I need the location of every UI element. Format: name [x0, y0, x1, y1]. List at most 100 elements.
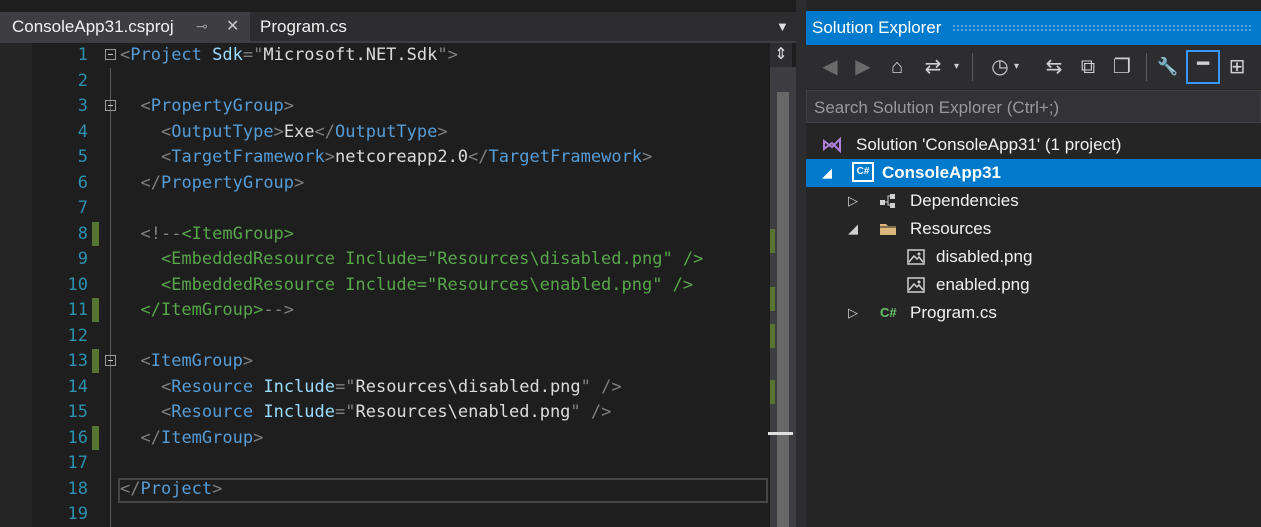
- solution-explorer-search: [806, 90, 1261, 124]
- code-line[interactable]: 13 <ItemGroup>: [32, 349, 770, 374]
- code-text: <ItemGroup>: [120, 349, 253, 374]
- preview-selected-items-icon[interactable]: ━: [1186, 50, 1220, 84]
- vertical-scrollbar[interactable]: [768, 67, 796, 527]
- collapsed-arrow-icon[interactable]: ▷: [848, 187, 862, 215]
- code-line[interactable]: 15 <Resource Include="Resources\enabled.…: [32, 400, 770, 425]
- collapse-region-icon[interactable]: [105, 100, 116, 111]
- tree-item-resources-folder[interactable]: ◢ Resources: [806, 215, 1261, 243]
- properties-wrench-icon[interactable]: 🔧: [1154, 53, 1182, 81]
- code-text: </Project>: [120, 477, 222, 502]
- code-token: <: [120, 45, 131, 65]
- code-line[interactable]: 3 <PropertyGroup>: [32, 94, 770, 119]
- search-input[interactable]: [807, 91, 1261, 124]
- solution-explorer-pane: Solution Explorer ◀ ▶ ⌂ ⇄ ▾ ◷ ▾ ⇆ ⧉ ❐ 🔧 …: [806, 0, 1261, 527]
- line-number: 10: [67, 274, 88, 295]
- tree-item-project[interactable]: ◢ C# ConsoleApp31: [806, 159, 1261, 187]
- code-line[interactable]: 11 </ItemGroup>-->: [32, 298, 770, 323]
- collapse-region-icon[interactable]: [105, 355, 116, 366]
- sync-with-active-document-icon[interactable]: ⇆: [1040, 53, 1068, 81]
- code-line[interactable]: 18 </Project>: [32, 477, 770, 502]
- pending-changes-filter-icon[interactable]: ◷: [986, 53, 1014, 81]
- pane-divider[interactable]: [796, 0, 806, 527]
- code-token: =": [335, 376, 356, 397]
- code-line[interactable]: 17: [32, 451, 770, 476]
- change-mark: [770, 229, 775, 253]
- code-token: -->: [263, 300, 295, 320]
- code-line[interactable]: 1 <Project Sdk="Microsoft.NET.Sdk">: [32, 43, 770, 68]
- code-token: <ItemGroup>: [181, 223, 295, 244]
- code-line[interactable]: 19: [32, 502, 770, 527]
- code-token: ItemGroup: [150, 351, 243, 371]
- code-token: <: [160, 402, 172, 422]
- code-token: Sdk: [212, 45, 243, 65]
- code-text: <Resource Include="Resources\disabled.pn…: [120, 375, 622, 400]
- drag-grip[interactable]: [952, 24, 1252, 32]
- tree-item-disabled-png[interactable]: disabled.png: [806, 243, 1261, 271]
- code-line[interactable]: 5 <TargetFramework>netcoreapp2.0</Target…: [32, 145, 770, 170]
- code-token: TargetFramework: [171, 147, 325, 167]
- change-mark: [770, 287, 775, 311]
- line-number: 9: [77, 249, 88, 269]
- code-line[interactable]: 10 <EmbeddedResource Include="Resources\…: [32, 273, 770, 298]
- code-text: </PropertyGroup>: [120, 171, 304, 196]
- code-line[interactable]: 8 <!--<ItemGroup>: [32, 221, 770, 247]
- code-token: ": [570, 402, 581, 422]
- indicator-margin[interactable]: [0, 43, 32, 527]
- tab-program-cs[interactable]: Program.cs: [250, 12, 370, 41]
- close-icon[interactable]: ✕: [226, 12, 239, 41]
- code-token: >: [324, 147, 335, 167]
- back-icon[interactable]: ◀: [816, 53, 844, 81]
- collapsed-arrow-icon[interactable]: ▷: [848, 299, 862, 327]
- code-line[interactable]: 14 <Resource Include="Resources\disabled…: [32, 375, 770, 400]
- expanded-arrow-icon[interactable]: ◢: [848, 215, 862, 243]
- pin-icon[interactable]: ⊸: [196, 12, 208, 41]
- solution-explorer-toolbar: ◀ ▶ ⌂ ⇄ ▾ ◷ ▾ ⇆ ⧉ ❐ 🔧 ━ ⊞: [806, 45, 1261, 89]
- switch-views-icon[interactable]: ⇄: [919, 53, 947, 81]
- tab-list-dropdown-icon[interactable]: ▼: [776, 12, 789, 41]
- split-window-icon[interactable]: ⇕: [770, 43, 792, 67]
- code-token: </ItemGroup>: [140, 300, 264, 320]
- show-all-files-icon[interactable]: ❐: [1108, 53, 1136, 81]
- code-token: TargetFramework: [488, 147, 643, 167]
- tree-item-label: enabled.png: [936, 275, 1030, 294]
- code-token: Exe: [283, 121, 315, 142]
- forward-icon[interactable]: ▶: [849, 53, 877, 81]
- tree-item-label: disabled.png: [936, 247, 1033, 266]
- code-line[interactable]: 9 <EmbeddedResource Include="Resources\d…: [32, 247, 770, 272]
- chevron-down-icon[interactable]: ▾: [954, 53, 964, 81]
- code-line[interactable]: 6 </PropertyGroup>: [32, 171, 770, 196]
- folder-icon: [880, 224, 896, 235]
- class-view-icon[interactable]: ⊞: [1223, 53, 1251, 81]
- code-line[interactable]: 7: [32, 196, 770, 221]
- code-token: <: [160, 376, 172, 397]
- code-token: netcoreapp2.0: [334, 147, 469, 167]
- solution-explorer-titlebar[interactable]: Solution Explorer: [806, 11, 1261, 45]
- code-line[interactable]: 16 </ItemGroup>: [32, 425, 770, 451]
- tab-consoleapp31-csproj[interactable]: ConsoleApp31.csproj ⊸ ✕: [0, 12, 250, 41]
- code-token: <: [140, 96, 151, 116]
- tree-item-solution[interactable]: Solution 'ConsoleApp31' (1 project): [806, 131, 1261, 159]
- change-indicator: [92, 349, 99, 373]
- tree-item-program-cs[interactable]: ▷ C# Program.cs: [806, 299, 1261, 327]
- collapse-all-icon[interactable]: ⧉: [1074, 53, 1102, 81]
- code-line[interactable]: 2: [32, 69, 770, 94]
- chevron-down-icon[interactable]: ▾: [1014, 53, 1024, 81]
- line-number: 12: [67, 325, 88, 346]
- code-token: </: [120, 478, 141, 499]
- scrollbar-thumb[interactable]: [777, 92, 789, 527]
- code-line[interactable]: 12: [32, 324, 770, 349]
- code-text: </ItemGroup>-->: [120, 298, 294, 323]
- dependencies-icon: [880, 194, 895, 208]
- change-mark: [770, 380, 775, 404]
- code-line[interactable]: 4 <OutputType>Exe</OutputType>: [32, 120, 770, 145]
- tree-item-dependencies[interactable]: ▷ Dependencies: [806, 187, 1261, 215]
- tree-item-enabled-png[interactable]: enabled.png: [806, 271, 1261, 299]
- caret-position-mark: [768, 432, 793, 435]
- code-token: </: [140, 172, 161, 193]
- solution-icon: [823, 136, 841, 154]
- code-text-area[interactable]: 1 <Project Sdk="Microsoft.NET.Sdk"> 2 3 <Pr…: [32, 43, 770, 527]
- expanded-arrow-icon[interactable]: ◢: [822, 159, 836, 187]
- collapse-region-icon[interactable]: [105, 49, 116, 60]
- home-icon[interactable]: ⌂: [883, 53, 911, 81]
- csharp-file-icon: C#: [880, 305, 897, 320]
